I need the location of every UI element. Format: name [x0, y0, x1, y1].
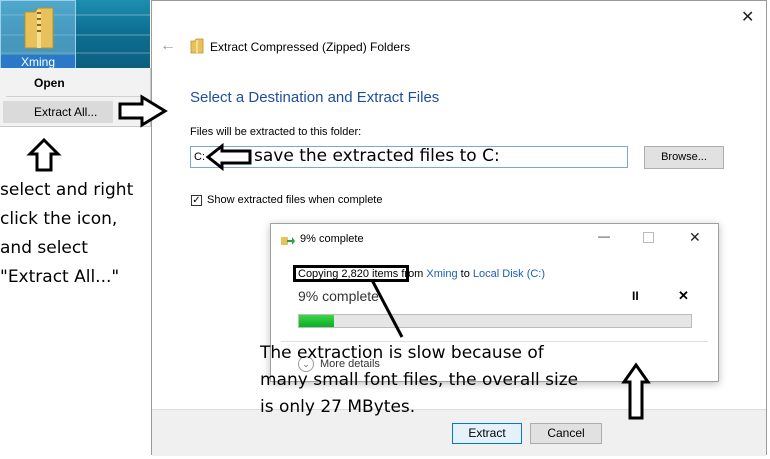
show-files-checkbox[interactable]: ✓ — [191, 195, 202, 206]
source-link[interactable]: Xming — [426, 268, 457, 280]
percent-complete-text: 9% complete — [298, 288, 379, 304]
pause-button[interactable]: II — [632, 289, 639, 303]
minimize-button[interactable]: — — [598, 229, 610, 243]
page-heading: Select a Destination and Extract Files — [190, 89, 440, 106]
dialog-close-button[interactable]: ✕ — [741, 7, 754, 27]
browse-button[interactable]: Browse... — [644, 146, 724, 169]
show-files-label: Show extracted files when complete — [207, 194, 383, 206]
destination-label: Files will be extracted to this folder: — [190, 126, 362, 138]
maximize-button[interactable] — [643, 232, 654, 243]
desktop-background: Xming — [0, 0, 150, 69]
stop-button[interactable]: ✕ — [678, 288, 689, 304]
destination-link[interactable]: Local Disk (C:) — [473, 268, 545, 280]
back-arrow-icon[interactable]: ← — [160, 37, 176, 55]
context-menu: Open Extract All... — [0, 68, 151, 127]
annotation-destination-note: save the extracted files to C: — [254, 146, 500, 166]
zip-folder-icon — [24, 7, 54, 49]
desktop-icon-label: Xming — [1, 55, 75, 69]
zip-folder-icon — [190, 38, 204, 54]
menu-separator — [6, 96, 144, 97]
cancel-button[interactable]: Cancel — [530, 423, 602, 444]
copy-to-word: to — [460, 268, 470, 280]
progress-bar-fill — [299, 315, 335, 327]
copy-arrow-icon — [281, 237, 295, 245]
extract-button[interactable]: Extract — [452, 423, 522, 444]
progress-close-button[interactable]: ✕ — [689, 229, 701, 246]
progress-title: 9% complete — [300, 233, 364, 245]
dialog-title: Extract Compressed (Zipped) Folders — [210, 40, 411, 54]
highlight-box — [293, 265, 409, 282]
menu-item-open[interactable]: Open — [0, 76, 150, 90]
annotation-left-note: select and right click the icon, and sel… — [0, 180, 134, 287]
progress-bar — [298, 314, 692, 328]
annotation-slow-note: The extraction is slow because of many s… — [260, 343, 579, 417]
arrow-up-icon — [26, 137, 62, 172]
desktop-icon-xming[interactable]: Xming — [0, 0, 76, 69]
menu-item-extract-all[interactable]: Extract All... — [3, 101, 113, 123]
